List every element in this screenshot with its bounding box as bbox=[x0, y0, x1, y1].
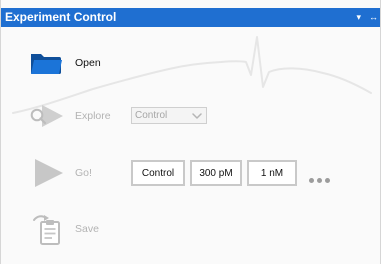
save-label: Save bbox=[75, 223, 99, 235]
go-label: Go! bbox=[75, 167, 92, 179]
go-button-control[interactable]: Control bbox=[131, 160, 185, 186]
folder-icon[interactable] bbox=[27, 46, 65, 80]
panel-title: Experiment Control bbox=[5, 10, 117, 24]
experiment-control-panel: Experiment Control ▾ ↔ Open Explore Cont bbox=[0, 0, 381, 264]
titlebar-controls: ▾ ↔ bbox=[356, 8, 378, 27]
panel-titlebar: Experiment Control ▾ ↔ bbox=[1, 8, 380, 27]
titlebar-pin-icon[interactable]: ↔ bbox=[369, 8, 378, 27]
ellipsis-icon[interactable] bbox=[309, 175, 333, 185]
save-clipboard-icon bbox=[27, 212, 65, 246]
explore-label: Explore bbox=[75, 110, 111, 122]
explore-select[interactable]: Control bbox=[131, 107, 207, 124]
play-icon bbox=[27, 156, 65, 190]
open-label: Open bbox=[75, 57, 101, 69]
chevron-down-icon[interactable] bbox=[188, 108, 206, 123]
search-play-icon bbox=[27, 99, 65, 133]
dot bbox=[309, 177, 314, 183]
dot bbox=[325, 177, 330, 183]
go-buttons: Control 300 pM 1 nM bbox=[131, 160, 297, 186]
go-button-1nm[interactable]: 1 nM bbox=[247, 160, 297, 186]
explore-select-value: Control bbox=[135, 110, 168, 121]
titlebar-dropdown-icon[interactable]: ▾ bbox=[356, 8, 361, 27]
go-button-300pm[interactable]: 300 pM bbox=[190, 160, 242, 186]
dot bbox=[317, 177, 322, 183]
